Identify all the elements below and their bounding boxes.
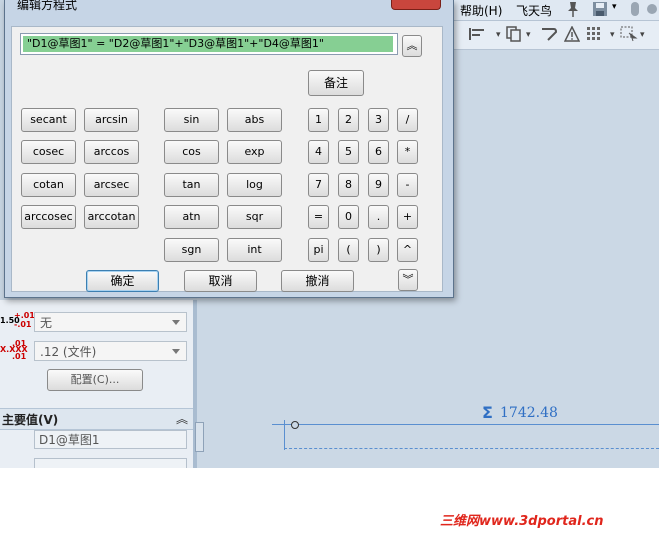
dropdown-arrow-icon[interactable]: ▾ [526,30,531,40]
key-plus-button[interactable]: + [397,205,418,229]
dimension-value[interactable]: 1742.48 [500,405,558,421]
equation-input[interactable]: "D1@草图1" = "D2@草图1"+"D3@草图1"+"D4@草图1" [20,33,398,55]
centerline [284,448,659,449]
precision-combo[interactable]: .12 (文件) [34,341,187,361]
key-4-button[interactable]: 4 [308,140,329,164]
func-abs-button[interactable]: abs [227,108,282,132]
tolerance-minus: -.01 [14,320,32,329]
key-multiply-button[interactable]: * [397,140,418,164]
toolbar: ▾ ▾ ▾ ▾ [440,21,659,50]
rebuild-icon[interactable] [628,1,642,20]
dropdown-arrow-icon[interactable]: ▾ [640,30,645,40]
func-log-button[interactable]: log [227,173,282,197]
tolerance-combo[interactable]: 无 [34,312,187,332]
close-button[interactable] [391,0,441,10]
site-watermark: 三维网www.3dportal.cn [440,514,604,529]
func-exp-button[interactable]: exp [227,140,282,164]
note-button[interactable]: 备注 [308,70,364,96]
func-arccosec-button[interactable]: arccosec [21,205,76,229]
edit-equation-dialog: 编辑方程式 "D1@草图1" = "D2@草图1"+"D3@草图1"+"D4@草… [4,0,454,298]
collapse-chevron-icon[interactable]: ︽ [176,410,188,427]
func-atn-button[interactable]: atn [164,205,219,229]
func-sqr-button[interactable]: sqr [227,205,282,229]
key-minus-button[interactable]: - [397,173,418,197]
func-sin-button[interactable]: sin [164,108,219,132]
precision-combo-value: .12 (文件) [40,345,97,359]
dropdown-arrow-icon[interactable]: ▾ [496,30,501,40]
primary-value-field[interactable]: D1@草图1 [34,430,187,449]
dropdown-arrow-icon[interactable]: ▾ [612,2,617,12]
copy-icon[interactable] [506,26,522,46]
func-cosec-button[interactable]: cosec [21,140,76,164]
key-2-button[interactable]: 2 [338,108,359,132]
precision-minus: .01 [12,352,27,361]
key-1-button[interactable]: 1 [308,108,329,132]
func-int-button[interactable]: int [227,238,282,262]
key-power-button[interactable]: ^ [397,238,418,262]
func-arcsin-button[interactable]: arcsin [84,108,139,132]
collapse-up-button[interactable]: ︽ [402,35,422,57]
key-0-button[interactable]: 0 [338,205,359,229]
curve-icon[interactable] [540,26,558,46]
undo-button[interactable]: 撤消 [281,270,354,292]
warning-icon[interactable] [563,25,581,46]
func-sgn-button[interactable]: sgn [164,238,219,262]
extension-line [284,420,285,450]
dialog-body: "D1@草图1" = "D2@草图1"+"D3@草图1"+"D4@草图1" ︽ … [11,26,443,292]
equation-text: "D1@草图1" = "D2@草图1"+"D3@草图1"+"D4@草图1" [23,36,393,52]
chevron-down-icon [172,320,180,325]
func-secant-button[interactable]: secant [21,108,76,132]
select-icon[interactable] [620,26,638,46]
chevron-down-icon [172,349,180,354]
menu-bar: 帮助(H) 飞天鸟 ▾ [440,0,659,21]
origin-marker [291,421,299,429]
key-open-paren-button[interactable]: ( [338,238,359,262]
cancel-button[interactable]: 取消 [184,270,257,292]
primary-value-header[interactable]: 主要值(V) ︽ [0,408,193,430]
key-decimal-button[interactable]: . [368,205,389,229]
func-arccos-button[interactable]: arccos [84,140,139,164]
sigma-icon: Σ [482,403,493,422]
grid-icon[interactable] [586,26,602,46]
key-7-button[interactable]: 7 [308,173,329,197]
dialog-title: 编辑方程式 [17,0,78,12]
config-button[interactable]: 配置(C)... [47,369,143,391]
pin-icon[interactable] [566,0,580,21]
func-arcsec-button[interactable]: arcsec [84,173,139,197]
tolerance-combo-value: 无 [40,316,53,330]
menu-feitianniao[interactable]: 飞天鸟 [516,2,552,19]
key-close-paren-button[interactable]: ) [368,238,389,262]
expand-down-button[interactable]: ︾ [398,269,418,291]
menu-help[interactable]: 帮助(H) [460,2,502,19]
func-cos-button[interactable]: cos [164,140,219,164]
key-divide-button[interactable]: / [397,108,418,132]
key-6-button[interactable]: 6 [368,140,389,164]
align-icon[interactable] [468,26,486,46]
ok-button[interactable]: 确定 [86,270,159,292]
save-icon[interactable] [592,1,608,20]
key-equals-button[interactable]: = [308,205,329,229]
options-icon[interactable] [646,1,658,20]
func-arccotan-button[interactable]: arccotan [84,205,139,229]
value-input-field[interactable] [34,458,187,468]
func-tan-button[interactable]: tan [164,173,219,197]
key-9-button[interactable]: 9 [368,173,389,197]
dropdown-arrow-icon[interactable]: ▾ [610,30,615,40]
func-cotan-button[interactable]: cotan [21,173,76,197]
collapse-handle[interactable] [195,422,204,452]
key-pi-button[interactable]: pi [308,238,329,262]
key-8-button[interactable]: 8 [338,173,359,197]
key-5-button[interactable]: 5 [338,140,359,164]
dimension-line [272,424,659,425]
key-3-button[interactable]: 3 [368,108,389,132]
section-title: 主要值(V) [2,413,59,427]
